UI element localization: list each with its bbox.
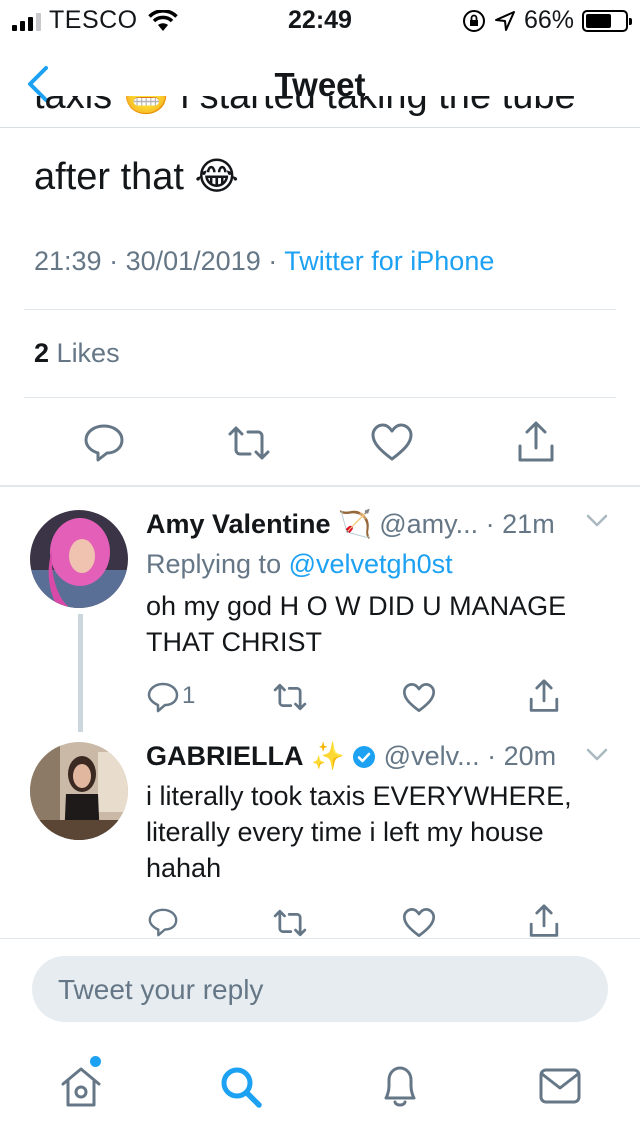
avatar-photo [30,510,128,608]
home-icon[interactable] [58,1064,104,1110]
reply-icon[interactable] [82,420,126,464]
tweet-meta: 21:39 · 30/01/2019 · Twitter for iPhone [34,246,495,276]
display-name[interactable]: Amy Valentine [146,509,331,539]
verified-badge-icon [353,746,376,768]
tweet-text-partial: taxis 😬 i started taking the tube [34,96,576,117]
orientation-lock-icon [462,9,485,32]
avatar[interactable] [30,510,128,608]
thread-line [78,614,83,732]
handle[interactable]: @amy... [379,509,478,539]
chevron-down-icon[interactable] [586,748,608,762]
mention-link[interactable]: @velvetgh0st [289,549,453,579]
reply-icon[interactable] [146,680,180,714]
home-new-indicator [90,1056,101,1067]
retweet-icon[interactable] [226,424,272,462]
name-emoji: 🏹 [338,509,372,539]
reply-count: 1 [182,682,196,709]
retweet-icon[interactable] [272,682,308,712]
search-icon[interactable] [218,1064,264,1110]
like-icon[interactable] [402,907,436,938]
share-icon[interactable] [528,903,560,939]
likes-row[interactable]: 2 Likes [34,338,120,369]
notifications-bell-icon[interactable] [378,1062,422,1110]
reply-text: i literally took taxis EVERYWHERE, liter… [146,781,572,883]
name-emoji: ✨ [311,741,345,771]
share-icon[interactable] [516,420,556,464]
section-divider [0,485,640,487]
tweet-text: after that 😂 [34,156,239,198]
chevron-down-icon[interactable] [586,514,608,528]
compose-placeholder: Tweet your reply [58,974,264,1005]
reply-compose-input[interactable]: Tweet your reply [32,956,608,1022]
reply-time: · 20m [487,741,557,771]
reply-header: GABRIELLA ✨ @velv... · 20m [146,740,556,772]
tweet-date: 30/01/2019 [125,246,261,276]
tweet-source-link[interactable]: Twitter for iPhone [284,246,494,276]
avatar[interactable] [30,742,128,840]
retweet-icon[interactable] [272,908,308,938]
reply-time: · 21m [485,509,555,539]
like-icon[interactable] [402,682,436,713]
reply-icon[interactable] [146,906,180,938]
replying-to: Replying to @velvetgh0st [146,549,453,579]
reply-header: Amy Valentine 🏹 @amy... · 21m [146,508,555,540]
messages-envelope-icon[interactable] [538,1066,582,1106]
tweet-time: 21:39 [34,246,102,276]
handle[interactable]: @velv... [384,741,480,771]
reply-text: oh my god H O W DID U MANAGE THAT CHRIST [146,591,567,657]
display-name[interactable]: GABRIELLA [146,741,304,771]
status-bar: TESCO 22:49 66% [0,0,640,40]
likes-count: 2 [34,338,50,368]
toolbar-divider [0,938,640,939]
divider [24,309,616,310]
location-arrow-icon [494,10,515,31]
battery-percent: 66% [523,6,574,34]
status-right: 66% [462,6,632,35]
divider [24,397,616,398]
avatar-photo [30,742,128,840]
like-icon[interactable] [370,422,414,462]
share-icon[interactable] [528,678,560,714]
likes-label: Likes [56,338,120,368]
battery-icon [582,9,632,32]
